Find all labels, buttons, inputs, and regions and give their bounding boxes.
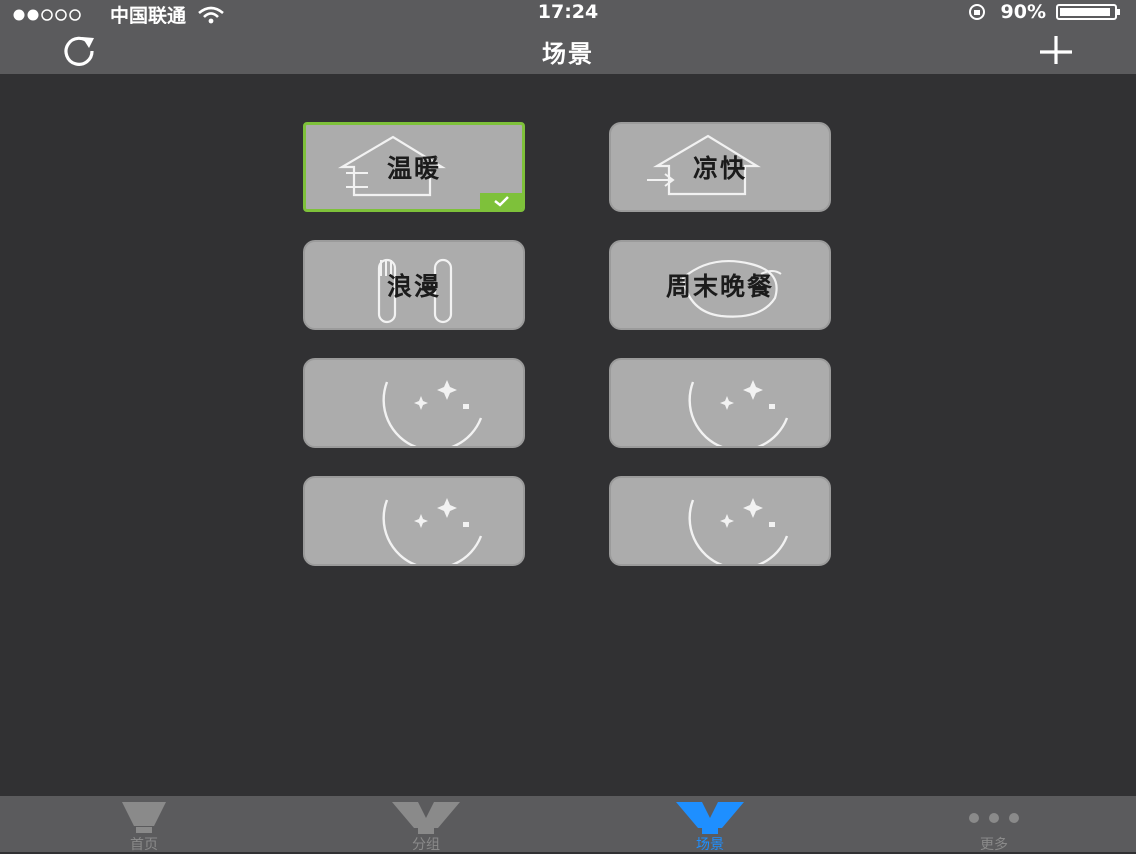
status-right: 90%	[963, 1, 1122, 23]
tab-label: 更多	[980, 837, 1008, 853]
tab-more[interactable]: 更多	[924, 796, 1064, 853]
checkmark-icon	[494, 196, 509, 207]
add-scene-button[interactable]	[1026, 30, 1086, 70]
scene-label	[305, 360, 523, 446]
scene-tile-weekend-dinner[interactable]: 周末晚餐	[609, 240, 831, 330]
scene-tile-empty[interactable]	[609, 476, 831, 566]
scene-label	[305, 478, 523, 564]
tab-scenes[interactable]: 场景	[640, 796, 780, 853]
scene-label	[611, 478, 829, 564]
page-title: 场景	[542, 40, 594, 68]
tab-groups[interactable]: 分组	[356, 796, 496, 853]
tab-bar: 首页 分组 场景 更多	[0, 796, 1136, 853]
scene-label: 浪漫	[386, 272, 441, 301]
plus-icon	[1040, 36, 1072, 64]
nav-bar: 场景	[0, 24, 1136, 74]
scene-tile-empty[interactable]	[303, 476, 525, 566]
scene-label: 周末晚餐	[665, 272, 774, 301]
status-bar: 中国联通 17:24 90%	[0, 0, 1136, 27]
scene-tile-empty[interactable]	[303, 358, 525, 448]
battery-icon	[1056, 4, 1120, 20]
scene-tile-romantic[interactable]: 浪漫	[303, 240, 525, 330]
scene-label	[611, 360, 829, 446]
scene-label: 凉快	[692, 154, 747, 183]
scene-tile-warm[interactable]: 温暖	[303, 122, 525, 212]
scene-icon	[676, 802, 744, 834]
bulb-icon	[122, 802, 166, 833]
tab-label: 场景	[696, 837, 724, 853]
scene-tile-cool[interactable]: 凉快	[609, 122, 831, 212]
selected-badge	[480, 193, 522, 209]
scene-tile-empty[interactable]	[609, 358, 831, 448]
tab-label: 分组	[412, 837, 440, 853]
more-icon	[969, 813, 1019, 823]
orientation-lock-icon	[968, 4, 985, 20]
tab-home[interactable]: 首页	[74, 796, 214, 853]
tab-label: 首页	[130, 837, 158, 853]
battery-percent: 90%	[1000, 1, 1046, 23]
group-icon	[392, 802, 460, 834]
